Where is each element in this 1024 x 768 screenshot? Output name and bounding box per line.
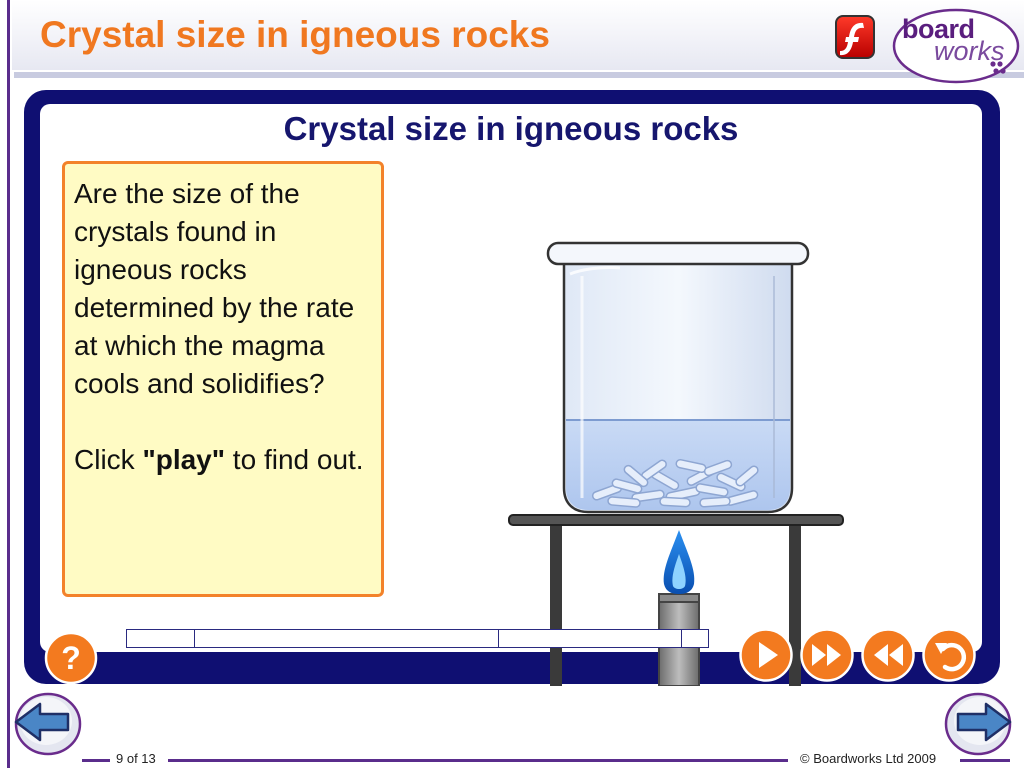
fast-forward-button[interactable]	[799, 627, 855, 683]
instruction-prefix: Click	[74, 444, 143, 475]
question-box: Are the size of the crystals found in ig…	[62, 161, 384, 597]
previous-slide-button[interactable]	[10, 690, 82, 756]
instruction-keyword: "play"	[142, 444, 226, 475]
flame-icon	[663, 530, 695, 594]
copyright-text: © Boardworks Ltd 2009	[800, 751, 937, 766]
beaker	[546, 241, 810, 514]
progress-divider	[498, 629, 499, 648]
question-text: Are the size of the crystals found in ig…	[74, 178, 355, 399]
activity-title: Crystal size in igneous rocks	[283, 110, 739, 147]
progress-bar[interactable]	[126, 629, 709, 648]
page-indicator: 9 of 13	[116, 751, 156, 766]
progress-divider	[194, 629, 195, 648]
next-slide-button[interactable]	[944, 690, 1016, 756]
left-border-line	[7, 0, 10, 768]
help-button[interactable]: ?	[44, 631, 98, 685]
footer-line	[168, 759, 788, 762]
boardworks-logo: board works	[890, 6, 1020, 84]
page-title: Crystal size in igneous rocks	[40, 14, 550, 55]
flash-logo-icon	[835, 15, 875, 59]
footer-line	[82, 759, 110, 762]
rewind-button[interactable]	[860, 627, 916, 683]
replay-button[interactable]	[921, 627, 977, 683]
title-underline	[14, 72, 1024, 78]
progress-divider	[681, 629, 682, 648]
footer-line	[960, 759, 1010, 762]
help-label: ?	[61, 640, 81, 676]
experiment-scene	[508, 241, 844, 686]
instruction-suffix: to find out.	[225, 444, 364, 475]
instruction-text: Click "play" to find out.	[74, 441, 371, 479]
logo-brand-works: works	[934, 36, 1005, 66]
play-button[interactable]	[738, 627, 794, 683]
